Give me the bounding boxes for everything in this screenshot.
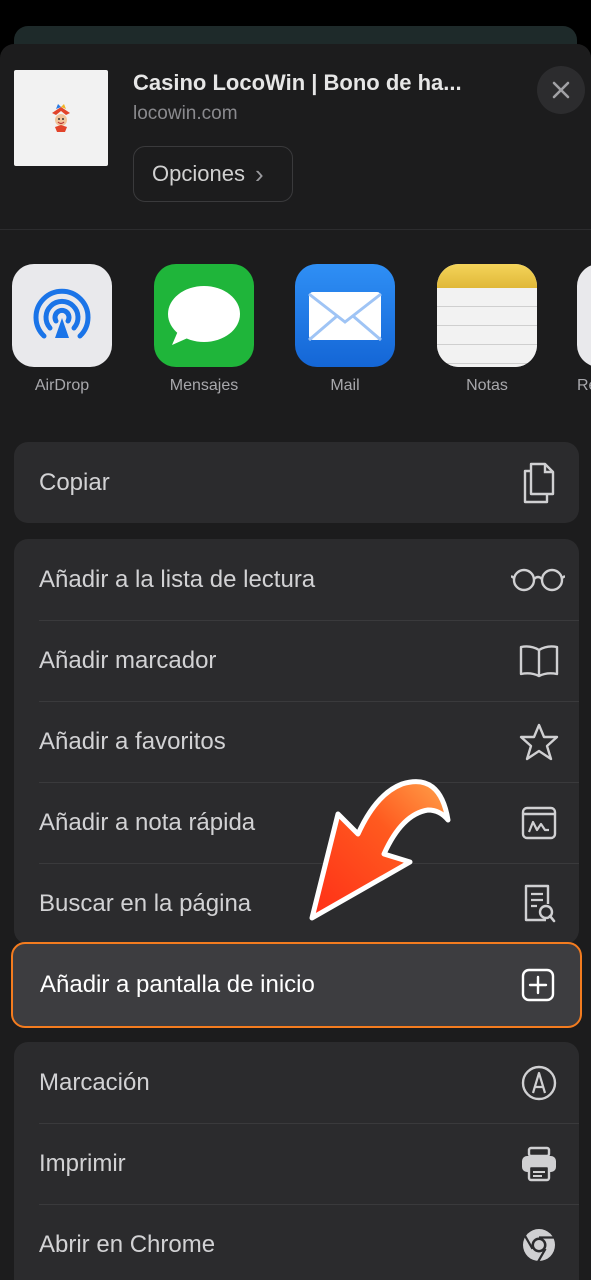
reminders-icon (577, 264, 591, 367)
star-icon (519, 722, 559, 762)
markup-action[interactable]: Marcación (14, 1042, 579, 1123)
copy-group: Copiar (14, 442, 579, 523)
action-label: Añadir a favoritos (39, 727, 226, 755)
jester-logo-icon (52, 104, 70, 132)
page-title: Casino LocoWin | Bono de ha... (133, 70, 462, 95)
action-label: Copiar (39, 468, 110, 496)
chevron-right-icon: › (254, 158, 264, 189)
copy-action[interactable]: Copiar (14, 442, 579, 523)
close-icon (552, 81, 570, 99)
action-label: Imprimir (39, 1149, 126, 1177)
printer-icon (519, 1144, 559, 1184)
app-label: AirDrop (34, 377, 90, 394)
quick-note-icon (519, 803, 559, 843)
action-label: Añadir marcador (39, 646, 217, 674)
messages-icon (154, 264, 254, 367)
app-reminders[interactable]: Re (577, 264, 591, 395)
app-label: Notas (466, 377, 508, 394)
close-button[interactable] (537, 66, 585, 114)
app-label: Mail (330, 377, 360, 394)
app-messages[interactable]: Mensajes (153, 264, 255, 395)
orange-arrow-icon (309, 779, 451, 921)
glasses-icon (511, 560, 565, 600)
options-button[interactable]: Opciones › (133, 146, 293, 202)
action-label: Buscar en la página (39, 889, 252, 917)
notes-icon (437, 264, 537, 367)
copy-icon (519, 462, 559, 503)
app-notes[interactable]: Notas (436, 264, 538, 395)
add-square-icon (518, 965, 558, 1005)
reading-list-action[interactable]: Añadir a la lista de lectura (14, 539, 579, 620)
options-label: Opciones (152, 161, 245, 186)
app-label: Re (577, 377, 591, 394)
bookmark-action[interactable]: Añadir marcador (14, 620, 579, 701)
airdrop-icon (12, 264, 112, 367)
app-mail[interactable]: Mail (294, 264, 396, 395)
app-label: Mensajes (169, 377, 239, 394)
chrome-icon (519, 1225, 559, 1265)
print-action[interactable]: Imprimir (14, 1123, 579, 1204)
mail-icon (295, 264, 395, 367)
markup-pen-icon (519, 1063, 559, 1103)
find-document-icon (519, 884, 559, 924)
more-actions-group: Marcación Imprimir Abrir en Chrome (14, 1042, 579, 1280)
header-divider (0, 229, 591, 230)
action-label: Añadir a la lista de lectura (39, 565, 316, 593)
action-label: Añadir a pantalla de inicio (40, 971, 315, 998)
add-to-home-screen-action[interactable]: Añadir a pantalla de inicio (11, 942, 582, 1028)
action-label: Abrir en Chrome (39, 1230, 216, 1258)
action-label: Añadir a nota rápida (39, 808, 256, 836)
open-in-chrome-action[interactable]: Abrir en Chrome (14, 1204, 579, 1280)
page-url: locowin.com (133, 103, 238, 124)
action-label: Marcación (39, 1068, 150, 1096)
app-airdrop[interactable]: AirDrop (11, 264, 113, 395)
site-thumbnail (14, 70, 108, 166)
book-icon (519, 641, 559, 681)
